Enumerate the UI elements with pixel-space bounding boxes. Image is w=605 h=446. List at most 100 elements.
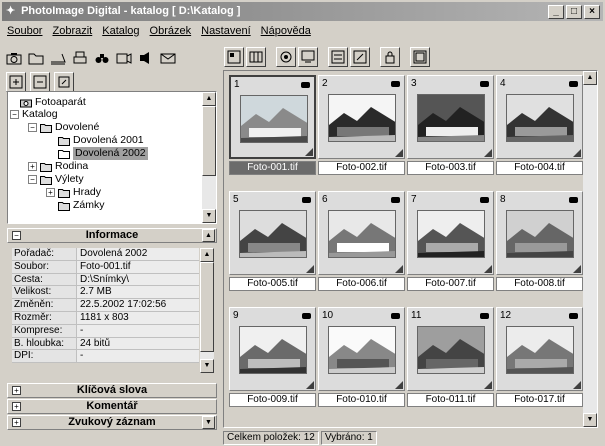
- thumbnail-frame[interactable]: 4: [496, 75, 583, 159]
- thumbnail-frame[interactable]: 10: [318, 307, 405, 391]
- details-view-icon[interactable]: [328, 47, 348, 67]
- scroll-down-icon[interactable]: ▼: [583, 413, 597, 427]
- thumbnail-caption[interactable]: Foto-004.tif: [496, 161, 583, 175]
- thumbnail-scrollbar[interactable]: ▲ ▼: [583, 71, 597, 427]
- expand-icon[interactable]: +: [28, 162, 37, 171]
- lock-icon[interactable]: [380, 47, 400, 67]
- thumbnail-item[interactable]: 9 Foto-009.tif: [229, 307, 316, 409]
- thumbnail-caption[interactable]: Foto-007.tif: [407, 277, 494, 291]
- preview-icon[interactable]: [298, 47, 318, 67]
- thumbnail-item[interactable]: 3 Foto-003.tif: [407, 75, 494, 177]
- thumbnail-caption[interactable]: Foto-001.tif: [229, 161, 316, 175]
- menu-zobrazit[interactable]: Zobrazit: [47, 22, 97, 41]
- thumbnail-caption[interactable]: Foto-006.tif: [318, 277, 405, 291]
- slideshow-icon[interactable]: [114, 48, 134, 68]
- tag-icon[interactable]: [480, 313, 489, 319]
- expand-icon[interactable]: +: [46, 188, 55, 197]
- thumbnail-caption[interactable]: Foto-002.tif: [318, 161, 405, 175]
- open-folder-icon[interactable]: [26, 48, 46, 68]
- thumbnail-caption[interactable]: Foto-008.tif: [496, 277, 583, 291]
- thumbnail-frame[interactable]: 7: [407, 191, 494, 275]
- scroll-up-icon[interactable]: ▲: [583, 71, 597, 85]
- tag-icon[interactable]: [569, 81, 578, 87]
- thumbnail-caption[interactable]: Foto-009.tif: [229, 393, 316, 407]
- tree-item-dovolene[interactable]: − Dovolené: [28, 121, 99, 134]
- collapse-icon[interactable]: −: [12, 231, 21, 240]
- camera-icon[interactable]: [4, 48, 24, 68]
- tag-icon[interactable]: [480, 81, 489, 87]
- thumbnail-frame[interactable]: 1: [229, 75, 316, 159]
- tree-item-vylety[interactable]: − Výlety: [28, 173, 84, 186]
- info-panel-header[interactable]: − Informace ▲: [7, 228, 217, 243]
- tree-item-dovolena-2001[interactable]: Dovolená 2001: [58, 134, 144, 147]
- thumbnail-item[interactable]: 7 Foto-007.tif: [407, 191, 494, 293]
- expand-icon[interactable]: +: [12, 418, 21, 427]
- minimize-button[interactable]: _: [548, 5, 564, 19]
- thumbnail-frame[interactable]: 5: [229, 191, 316, 275]
- scroll-up-icon[interactable]: ▲: [202, 229, 215, 242]
- edit-icon[interactable]: [350, 47, 370, 67]
- folder-properties-icon[interactable]: [54, 72, 74, 92]
- tree-item-zamky[interactable]: Zámky: [58, 199, 105, 212]
- expand-icon[interactable]: +: [12, 386, 21, 395]
- thumbnail-frame[interactable]: 11: [407, 307, 494, 391]
- scroll-down-icon[interactable]: ▼: [202, 209, 216, 223]
- sound-panel-header[interactable]: + Zvukový záznam ▼: [7, 415, 217, 430]
- maximize-button[interactable]: □: [566, 5, 582, 19]
- scroll-up-icon[interactable]: ▲: [200, 248, 214, 262]
- menu-soubor[interactable]: Soubor: [2, 22, 47, 41]
- tag-icon[interactable]: [302, 313, 311, 319]
- tag-icon[interactable]: [569, 197, 578, 203]
- menu-obrazek[interactable]: Obrázek: [145, 22, 197, 41]
- collapse-icon[interactable]: −: [28, 123, 37, 132]
- thumbnail-item[interactable]: 2 Foto-002.tif: [318, 75, 405, 177]
- scroll-up-icon[interactable]: ▲: [202, 92, 216, 106]
- thumbnail-item[interactable]: 6 Foto-006.tif: [318, 191, 405, 293]
- thumbnail-frame[interactable]: 3: [407, 75, 494, 159]
- remove-folder-icon[interactable]: [30, 72, 50, 92]
- sound-icon[interactable]: [136, 48, 156, 68]
- tag-icon[interactable]: [301, 82, 310, 88]
- filmstrip-view-icon[interactable]: [246, 47, 266, 67]
- tree-item-dovolena-2002[interactable]: Dovolená 2002: [58, 147, 148, 160]
- scroll-down-icon[interactable]: ▼: [202, 416, 215, 429]
- thumbnail-caption[interactable]: Foto-011.tif: [407, 393, 494, 407]
- collapse-icon[interactable]: −: [28, 175, 37, 184]
- thumbnail-caption[interactable]: Foto-017.tif: [496, 393, 583, 407]
- thumbnail-item[interactable]: 1 Foto-001.tif: [229, 75, 316, 177]
- scroll-down-icon[interactable]: ▼: [200, 359, 214, 373]
- comment-panel-header[interactable]: + Komentář: [7, 399, 217, 414]
- thumbnail-item[interactable]: 8 Foto-008.tif: [496, 191, 583, 293]
- tree-item-katalog[interactable]: − Katalog: [10, 108, 58, 121]
- tag-icon[interactable]: [569, 313, 578, 319]
- thumbnail-item[interactable]: 10 Foto-010.tif: [318, 307, 405, 409]
- thumbnail-frame[interactable]: 8: [496, 191, 583, 275]
- menu-katalog[interactable]: Katalog: [97, 22, 144, 41]
- email-icon[interactable]: [158, 48, 178, 68]
- thumbnail-item[interactable]: 11 Foto-011.tif: [407, 307, 494, 409]
- add-folder-icon[interactable]: [6, 72, 26, 92]
- thumbnail-frame[interactable]: 12: [496, 307, 583, 391]
- tag-icon[interactable]: [391, 197, 400, 203]
- scanner-icon[interactable]: [48, 48, 68, 68]
- collapse-icon[interactable]: −: [10, 110, 19, 119]
- scroll-thumb[interactable]: [200, 262, 214, 352]
- tag-icon[interactable]: [302, 197, 311, 203]
- keywords-panel-header[interactable]: + Klíčová slova: [7, 383, 217, 398]
- tree-item-rodina[interactable]: + Rodina: [28, 160, 88, 173]
- print-icon[interactable]: [70, 48, 90, 68]
- thumbnail-frame[interactable]: 2: [318, 75, 405, 159]
- tree-item-hrady[interactable]: + Hrady: [46, 186, 101, 199]
- close-button[interactable]: ×: [584, 5, 600, 19]
- tag-icon[interactable]: [391, 81, 400, 87]
- rotate-icon[interactable]: [276, 47, 296, 67]
- thumbnail-caption[interactable]: Foto-003.tif: [407, 161, 494, 175]
- tag-icon[interactable]: [480, 197, 489, 203]
- fullscreen-icon[interactable]: [410, 47, 430, 67]
- menu-napoveda[interactable]: Nápověda: [256, 22, 316, 41]
- tag-icon[interactable]: [391, 313, 400, 319]
- thumbnail-view-icon[interactable]: [224, 47, 244, 67]
- scroll-thumb[interactable]: [202, 106, 216, 176]
- menu-nastaveni[interactable]: Nastavení: [196, 22, 256, 41]
- expand-icon[interactable]: +: [12, 402, 21, 411]
